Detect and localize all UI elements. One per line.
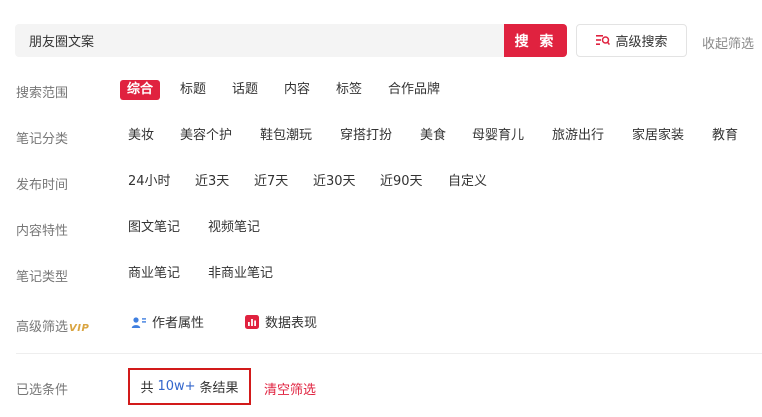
row-label-scope: 搜索范围	[16, 86, 69, 101]
category-option-parenting[interactable]: 母婴育儿	[472, 126, 524, 146]
category-option-travel[interactable]: 旅游出行	[552, 126, 604, 146]
row-label-type: 笔记类型	[16, 270, 69, 285]
row-label-time: 发布时间	[16, 178, 69, 193]
type-option-commercial[interactable]: 商业笔记	[128, 264, 180, 284]
type-option-non-commercial[interactable]: 非商业笔记	[208, 264, 273, 284]
search-button[interactable]: 搜 索	[504, 24, 567, 57]
result-count-box: 共 10w+ 条结果	[128, 368, 251, 405]
chart-icon	[244, 315, 260, 329]
category-option-outfits[interactable]: 穿搭打扮	[340, 126, 392, 146]
time-option-custom[interactable]: 自定义	[448, 172, 487, 192]
advanced-option-author[interactable]: 作者属性	[131, 314, 204, 334]
time-option-30d[interactable]: 近30天	[313, 172, 356, 192]
scope-option-topic[interactable]: 话题	[232, 80, 258, 100]
result-prefix: 共	[140, 381, 154, 396]
row-label-advanced: 高级筛选VIP	[16, 316, 89, 335]
time-option-90d[interactable]: 近90天	[380, 172, 423, 192]
advanced-search-button[interactable]: 高级搜索	[576, 24, 687, 57]
scope-option-tag[interactable]: 标签	[336, 80, 362, 100]
category-option-beauty-care[interactable]: 美容个护	[180, 126, 232, 146]
advanced-label-text: 高级筛选	[16, 320, 69, 335]
advanced-option-author-label: 作者属性	[152, 316, 205, 331]
scope-option-content[interactable]: 内容	[284, 80, 310, 100]
category-option-food[interactable]: 美食	[420, 126, 446, 146]
clear-filters-link[interactable]: 清空筛选	[264, 379, 316, 398]
advanced-option-data[interactable]: 数据表现	[244, 314, 317, 334]
search-box	[15, 24, 505, 57]
row-label-category: 笔记分类	[16, 132, 69, 147]
scope-option-brand[interactable]: 合作品牌	[388, 80, 440, 100]
category-option-shoes-bags[interactable]: 鞋包潮玩	[260, 126, 312, 146]
advanced-search-label: 高级搜索	[615, 35, 668, 50]
result-suffix: 条结果	[199, 381, 239, 396]
row-label-feature: 内容特性	[16, 224, 69, 239]
result-count: 10w+	[157, 379, 196, 394]
vip-badge: VIP	[69, 323, 90, 334]
scope-option-comprehensive[interactable]: 综合	[120, 80, 161, 100]
collapse-filters-link[interactable]: 收起筛选	[702, 33, 754, 52]
user-group-icon	[131, 316, 147, 330]
time-option-24h[interactable]: 24小时	[128, 172, 171, 192]
feature-option-image-note[interactable]: 图文笔记	[128, 218, 180, 238]
search-input[interactable]	[15, 24, 499, 57]
scope-option-title[interactable]: 标题	[180, 80, 206, 100]
row-label-selected: 已选条件	[16, 383, 69, 398]
time-option-7d[interactable]: 近7天	[254, 172, 288, 192]
category-option-education[interactable]: 教育	[712, 126, 738, 146]
advanced-option-data-label: 数据表现	[265, 316, 318, 331]
category-option-makeup[interactable]: 美妆	[128, 126, 154, 146]
feature-option-video-note[interactable]: 视频笔记	[208, 218, 260, 238]
divider	[16, 353, 762, 354]
search-filter-icon	[596, 35, 611, 46]
time-option-3d[interactable]: 近3天	[195, 172, 229, 192]
category-option-home[interactable]: 家居家装	[632, 126, 684, 146]
